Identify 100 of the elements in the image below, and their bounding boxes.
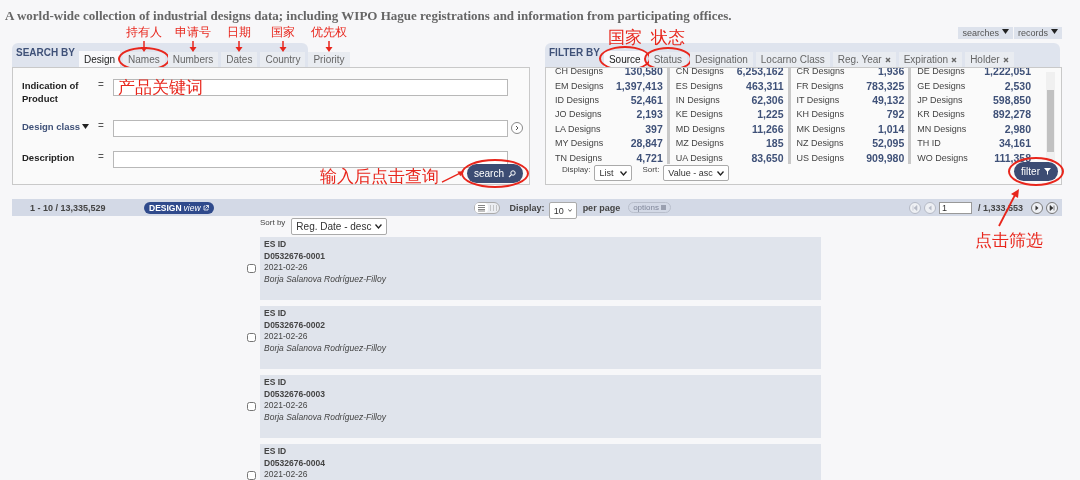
facet-name[interactable]: CR Designs <box>796 68 845 77</box>
operator: = <box>98 151 105 162</box>
display-label: Display: <box>562 165 591 174</box>
tab[interactable]: Dates <box>221 52 258 67</box>
record-checkbox[interactable] <box>247 471 256 480</box>
sort-select[interactable]: Reg. Date - desc <box>291 218 388 235</box>
facet-name[interactable]: MN Designs <box>917 123 967 134</box>
annotation-label: 优先权 <box>311 24 347 41</box>
facet-name[interactable]: TH ID <box>917 138 941 149</box>
facet-name[interactable]: JO Designs <box>555 109 602 120</box>
facet-count: 783,325 <box>866 79 905 92</box>
facet-name[interactable]: IT Designs <box>796 94 840 105</box>
grid-view-icon[interactable] <box>487 202 499 213</box>
tab[interactable]: Designation <box>690 52 753 67</box>
record-checkbox[interactable] <box>247 264 256 273</box>
display-select[interactable]: List <box>594 165 633 181</box>
facet-name[interactable]: ID Designs <box>555 94 599 105</box>
tab[interactable]: Numbers <box>167 52 219 67</box>
triangle-right-icon <box>1034 204 1040 211</box>
record-checkbox[interactable] <box>247 402 256 411</box>
page-input[interactable]: 1 <box>938 201 972 214</box>
record-date: 2021-02-26 <box>264 262 309 274</box>
facet-count: 2,530 <box>1004 79 1031 92</box>
annotation-label: 产品关键词 <box>118 79 203 96</box>
chevron-down-icon <box>375 224 383 229</box>
facet-name[interactable]: GE Designs <box>917 80 966 91</box>
facet-count: 4,721 <box>636 151 663 164</box>
display-label: Display: <box>509 202 545 213</box>
annotation-arrow <box>189 41 197 52</box>
chevron-right-icon[interactable] <box>511 122 523 134</box>
facet-name[interactable]: KH Designs <box>796 109 845 120</box>
input-field[interactable] <box>113 120 508 137</box>
annotation-arrow <box>235 41 244 52</box>
record-number: D0532676-0003 <box>264 388 326 400</box>
facet-count: 1,225 <box>757 108 784 121</box>
facet-count: 83,650 <box>751 151 784 164</box>
facet-name[interactable]: TN Designs <box>555 152 602 163</box>
facet-name[interactable]: JP Designs <box>917 94 963 105</box>
facet-name[interactable]: ES Designs <box>675 80 723 91</box>
result-range: 1 - 10 / 13,335,529 <box>30 202 107 213</box>
facet-count: 909,980 <box>866 151 905 164</box>
menu-button[interactable]: records <box>1014 27 1062 39</box>
facet-name[interactable]: NZ Designs <box>796 138 844 149</box>
filter-button[interactable]: filter <box>1014 162 1058 181</box>
facet-count: 892,278 <box>993 108 1031 121</box>
facet-name[interactable]: KE Designs <box>675 109 723 120</box>
record-number: D0532676-0001 <box>264 250 326 262</box>
facet-name[interactable]: MZ Designs <box>675 138 724 149</box>
record-holder: Borja Salanova Rodríguez-Filloy <box>264 342 388 354</box>
tab[interactable]: Reg. Year <box>832 52 896 67</box>
facet-count: 6,253,162 <box>736 68 784 78</box>
field-label[interactable]: Design class <box>22 120 98 133</box>
record-source: ES ID <box>264 239 288 251</box>
sort-select[interactable]: Value - asc <box>663 165 730 181</box>
facet-name[interactable]: EM Designs <box>555 80 604 91</box>
tab[interactable]: Source <box>603 51 646 67</box>
chevron-down-icon <box>620 170 628 176</box>
search-button[interactable]: search <box>467 164 523 183</box>
facet-count: 130,580 <box>624 68 663 78</box>
facet-name[interactable]: MD Designs <box>675 123 725 134</box>
menu-button[interactable]: searches <box>958 27 1013 39</box>
facet-count: 34,161 <box>998 137 1031 150</box>
facet-name[interactable]: DE Designs <box>917 68 965 77</box>
panel-title: SEARCH BY <box>16 47 75 58</box>
tab[interactable]: Priority <box>308 52 350 67</box>
facet-count: 62,306 <box>751 93 784 106</box>
tab[interactable]: Holder <box>965 52 1014 67</box>
tab[interactable]: Locarno Class <box>755 52 830 67</box>
facet-name[interactable]: FR Designs <box>796 80 844 91</box>
facet-count: 1,222,051 <box>984 68 1031 78</box>
triangle-left-icon <box>926 204 933 211</box>
facet-name[interactable]: CH Designs <box>555 68 603 77</box>
tab[interactable]: Country <box>260 52 306 67</box>
per-page-label: per page <box>582 202 621 213</box>
tab[interactable]: Status <box>648 52 687 67</box>
facet-name[interactable]: MK Designs <box>796 123 845 134</box>
next-page-button[interactable] <box>1031 201 1043 214</box>
tab[interactable]: Names <box>123 52 165 67</box>
annotation-label: 点击筛选 <box>975 229 1043 252</box>
facet-name[interactable]: LA Designs <box>555 123 601 134</box>
design-view-link[interactable]: DESIGN view <box>144 201 214 214</box>
annotation-label: 国家 <box>270 24 295 41</box>
per-page-select[interactable]: 10 <box>548 202 577 219</box>
tab[interactable]: Expiration <box>898 52 963 67</box>
facet-name[interactable]: WO Designs <box>917 152 968 163</box>
facet-name[interactable]: US Designs <box>796 152 845 163</box>
input-field[interactable]: 产品关键词 <box>113 79 508 96</box>
facet-name[interactable]: MY Designs <box>555 138 604 149</box>
facet-name[interactable]: KR Designs <box>917 109 965 120</box>
input-field[interactable] <box>113 151 508 168</box>
scrollbar[interactable] <box>1046 72 1055 160</box>
tab[interactable]: Design <box>78 51 121 67</box>
list-view-icon[interactable] <box>474 202 488 213</box>
sort-label: Sort: <box>642 165 660 174</box>
facet-name[interactable]: CN Designs <box>675 68 724 77</box>
facet-count: 52,095 <box>872 137 905 150</box>
facet-name[interactable]: IN Designs <box>675 94 720 105</box>
record-checkbox[interactable] <box>247 333 256 342</box>
last-page-button[interactable] <box>1046 201 1058 214</box>
facet-name[interactable]: UA Designs <box>675 152 723 163</box>
